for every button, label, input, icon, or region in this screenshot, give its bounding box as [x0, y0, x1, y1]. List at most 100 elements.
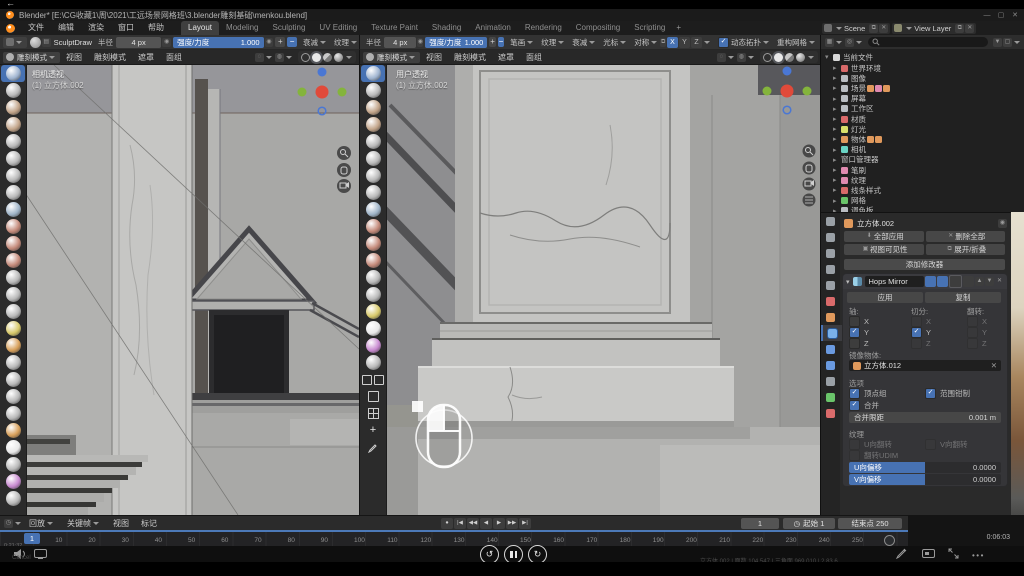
proportional-edit-icon[interactable]: ◌: [717, 53, 726, 62]
clear-object-icon[interactable]: ✕: [991, 361, 997, 370]
viewport-menu-遮罩[interactable]: 遮罩: [492, 52, 520, 63]
apply-all-button[interactable]: ⬇全部应用: [844, 231, 924, 242]
strength-slider[interactable]: 强度/力度1.000: [173, 37, 263, 48]
layer-brush[interactable]: [361, 133, 385, 150]
dyntopo-popover[interactable]: 动态拓扑: [718, 37, 771, 48]
grab-brush[interactable]: [1, 286, 25, 303]
popover-笔画[interactable]: 笔画: [510, 37, 535, 48]
tab-shading[interactable]: Shading: [425, 21, 468, 35]
boundary-brush[interactable]: [1, 422, 25, 439]
copy-button[interactable]: 复制: [925, 292, 1001, 303]
grab-brush[interactable]: [361, 286, 385, 303]
inflate-brush[interactable]: [361, 150, 385, 167]
render-tab[interactable]: [821, 229, 840, 245]
subtract-brush-button[interactable]: −: [287, 37, 297, 47]
snap-icon[interactable]: ◍: [737, 53, 746, 62]
inflate-brush[interactable]: [1, 150, 25, 167]
bisect-x-checkbox[interactable]: X: [911, 316, 931, 327]
expand-icon[interactable]: ▸: [833, 125, 841, 133]
symmetry-x-toggle[interactable]: X: [667, 37, 678, 48]
viewport-menu-视图[interactable]: 视图: [420, 52, 448, 63]
expand-icon[interactable]: ▾: [825, 53, 833, 61]
output-tab[interactable]: [821, 245, 840, 261]
viewport-menu-面组[interactable]: 面组: [160, 52, 188, 63]
expand-icon[interactable]: ▸: [833, 105, 841, 113]
material-shading-button[interactable]: [785, 53, 794, 62]
outliner-item-13[interactable]: ▸线条样式: [833, 185, 1023, 195]
blob-brush[interactable]: [361, 167, 385, 184]
flip-udim-checkbox[interactable]: 翻转UDIM: [849, 450, 898, 461]
draw-sharp-brush[interactable]: [1, 82, 25, 99]
close-button[interactable]: ✕: [1010, 11, 1020, 20]
flip-z-checkbox[interactable]: Z: [967, 338, 987, 349]
outliner-item-9[interactable]: ▸相机: [833, 145, 1023, 155]
tab-rendering[interactable]: Rendering: [518, 21, 569, 35]
viewport-menu-雕刻模式[interactable]: 雕刻模式: [448, 52, 492, 63]
symmetry-z-toggle[interactable]: Z: [691, 37, 702, 48]
box-hide-tool[interactable]: [361, 388, 385, 405]
remove-view-layer-button[interactable]: ✕: [965, 24, 974, 33]
rendered-shading-button[interactable]: [796, 53, 805, 62]
timeline-menu-标记[interactable]: 标记: [135, 518, 163, 529]
scrape-brush[interactable]: [361, 252, 385, 269]
clay-brush[interactable]: [1, 99, 25, 116]
expand-icon[interactable]: ▸: [833, 74, 841, 82]
flip-u-checkbox[interactable]: U向翻转: [849, 439, 925, 450]
sculptdraw-brush[interactable]: [1, 65, 25, 82]
clipping-checkbox[interactable]: 范围钳制: [925, 388, 970, 399]
pan-view-icon[interactable]: [337, 163, 351, 177]
flip-x-checkbox[interactable]: X: [967, 316, 987, 327]
minimize-button[interactable]: —: [982, 11, 992, 20]
mask-brush[interactable]: [1, 473, 25, 490]
viewport-menu-雕刻模式[interactable]: 雕刻模式: [88, 52, 132, 63]
crease-brush[interactable]: [1, 184, 25, 201]
expand-icon[interactable]: ▾: [846, 278, 850, 286]
modifier-name-field[interactable]: Hops Mirror: [865, 276, 924, 287]
smooth-brush[interactable]: [1, 201, 25, 218]
expand-icon[interactable]: ▸: [833, 115, 841, 123]
jump-start-button[interactable]: |◀: [454, 518, 466, 529]
radius-field[interactable]: 4 px: [116, 37, 161, 48]
solid-shading-button[interactable]: [312, 53, 321, 62]
checkbox[interactable]: [967, 327, 978, 338]
slide-relax-brush[interactable]: [1, 405, 25, 422]
checkbox[interactable]: [967, 338, 978, 349]
popover-纹理[interactable]: 纹理: [334, 37, 359, 48]
outliner-item-6[interactable]: ▸材质: [833, 114, 1023, 124]
filter-mode-icon[interactable]: ◎: [845, 38, 854, 47]
remove-modifier-button[interactable]: ✕: [995, 277, 1004, 286]
proportional-edit-icon[interactable]: ◌: [255, 53, 264, 62]
new-view-layer-button[interactable]: ⧉: [955, 24, 964, 33]
checkbox[interactable]: [911, 338, 922, 349]
expand-icon[interactable]: ▸: [833, 95, 841, 103]
tab-animation[interactable]: Animation: [468, 21, 518, 35]
object-tab[interactable]: [821, 309, 840, 325]
editmode-toggle[interactable]: [949, 275, 962, 288]
layer-brush[interactable]: [1, 133, 25, 150]
viewport-toggle[interactable]: [937, 276, 948, 287]
radius-field[interactable]: 4 px: [384, 37, 416, 48]
menu-窗口[interactable]: 窗口: [111, 21, 141, 35]
left-3d-viewport[interactable]: 相机透视 (1) 立方体.002: [0, 65, 359, 515]
rotate-brush[interactable]: [1, 388, 25, 405]
smooth-brush[interactable]: [361, 201, 385, 218]
current-frame-marker[interactable]: 1: [24, 533, 40, 544]
player-back-button[interactable]: ←: [6, 0, 15, 8]
viewport-menu-面组[interactable]: 面组: [520, 52, 548, 63]
outliner-item-10[interactable]: ▸窗口管理器: [833, 155, 1023, 165]
add-brush-button[interactable]: +: [275, 37, 285, 47]
jump-end-button[interactable]: ▶|: [519, 518, 531, 529]
snake-hook-brush[interactable]: [1, 320, 25, 337]
flatten-brush[interactable]: [361, 218, 385, 235]
strength-pressure-icon[interactable]: ◉: [265, 38, 274, 47]
particles-tab[interactable]: [821, 341, 840, 357]
remesh-popover[interactable]: 重构网格: [777, 37, 817, 48]
menu-渲染[interactable]: 渲染: [81, 21, 111, 35]
play-button[interactable]: ▶: [493, 518, 505, 529]
merge-checkbox[interactable]: 合并: [849, 400, 879, 411]
view-layer-tab[interactable]: [821, 261, 840, 277]
mirror-object-field[interactable]: 立方体.012 ✕: [849, 360, 1001, 371]
pose-brush[interactable]: [1, 354, 25, 371]
scrape-brush[interactable]: [1, 252, 25, 269]
menu-文件[interactable]: 文件: [21, 21, 51, 35]
